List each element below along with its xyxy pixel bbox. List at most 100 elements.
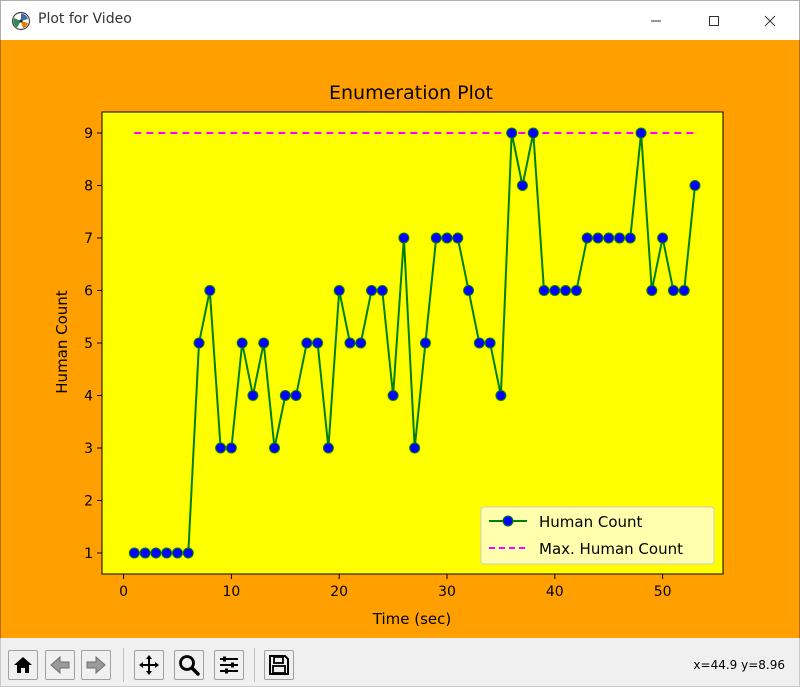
- navigation-toolbar: x=44.9 y=8.96: [0, 638, 800, 687]
- zoom-icon: [179, 655, 200, 676]
- data-point: [344, 337, 356, 349]
- y-tick-label: 9: [84, 126, 93, 142]
- data-point: [182, 547, 194, 559]
- toolbar-separator: [254, 648, 255, 682]
- data-point: [355, 337, 367, 349]
- window-title: Plot for Video: [38, 11, 132, 27]
- data-point: [150, 547, 162, 559]
- close-icon: [764, 15, 776, 27]
- figure-canvas[interactable]: Enumeration Plot 0 10 20 30 40 50 1 2 3 4 5 6 7 8 9 Ti…: [0, 40, 800, 638]
- save-icon: [269, 655, 289, 675]
- data-point: [560, 285, 572, 296]
- back-button[interactable]: [45, 650, 75, 680]
- forward-icon: [86, 655, 106, 675]
- y-tick-label: 1: [84, 546, 93, 562]
- data-point: [366, 285, 378, 296]
- data-point: [236, 337, 248, 349]
- x-tick-label: 30: [438, 584, 456, 600]
- data-point: [603, 232, 615, 244]
- configure-subplots-button[interactable]: [214, 650, 244, 680]
- data-point: [312, 337, 324, 349]
- data-point: [290, 390, 302, 401]
- data-point: [322, 442, 334, 454]
- y-tick-label: 8: [84, 179, 93, 195]
- legend-max-label: Max. Human Count: [539, 540, 683, 558]
- x-axis-label: Time (sec): [372, 610, 451, 628]
- data-point: [495, 390, 507, 401]
- maximize-icon: [709, 16, 719, 26]
- y-tick-label: 3: [84, 441, 93, 457]
- data-point: [419, 337, 431, 349]
- y-tick-label: 5: [84, 336, 93, 352]
- back-icon: [50, 655, 70, 675]
- pan-icon: [139, 655, 159, 675]
- data-point: [301, 337, 313, 349]
- y-tick-label: 4: [84, 389, 93, 405]
- data-point: [171, 547, 183, 559]
- data-point: [506, 127, 518, 139]
- window-title-bar: Plot for Video: [0, 0, 800, 40]
- data-point: [269, 442, 280, 454]
- data-point: [635, 127, 647, 139]
- x-tick-label: 20: [330, 584, 348, 600]
- x-tick-label: 0: [119, 584, 128, 600]
- data-point: [225, 442, 237, 454]
- data-point: [667, 285, 679, 296]
- data-point: [139, 547, 151, 559]
- data-point: [463, 285, 475, 296]
- data-point: [624, 232, 636, 244]
- data-point: [473, 337, 485, 349]
- x-tick-label: 40: [546, 584, 564, 600]
- x-tick-label: 50: [654, 584, 672, 600]
- data-point: [678, 285, 690, 296]
- pan-button[interactable]: [134, 650, 164, 680]
- data-point: [592, 232, 604, 244]
- data-point: [193, 337, 205, 349]
- forward-button[interactable]: [81, 650, 111, 680]
- x-tick-label: 10: [222, 584, 240, 600]
- y-axis-label: Human Count: [53, 290, 71, 394]
- y-tick-label: 2: [84, 494, 93, 510]
- data-point: [398, 232, 410, 244]
- data-point: [376, 285, 388, 296]
- maximize-button[interactable]: [691, 1, 737, 41]
- data-point: [258, 337, 270, 349]
- data-point: [527, 127, 539, 139]
- data-point: [333, 285, 345, 296]
- configure-subplots-icon: [220, 656, 238, 674]
- data-point: [452, 232, 464, 244]
- close-button[interactable]: [747, 1, 793, 41]
- y-tick-label: 7: [84, 231, 93, 247]
- data-point: [646, 285, 658, 296]
- data-point: [614, 232, 625, 244]
- data-point: [215, 442, 227, 454]
- data-point: [128, 547, 140, 559]
- legend: Human Count Max. Human Count: [480, 506, 715, 565]
- minimize-button[interactable]: [633, 1, 679, 41]
- toolbar-separator: [123, 648, 124, 682]
- save-button[interactable]: [264, 650, 294, 680]
- data-point: [538, 285, 550, 296]
- data-point: [204, 285, 216, 296]
- chart-title: Enumeration Plot: [329, 82, 493, 104]
- data-point: [581, 232, 593, 244]
- home-icon: [14, 657, 32, 673]
- data-point: [161, 547, 173, 559]
- y-tick-label: 6: [84, 284, 93, 300]
- data-point: [387, 390, 399, 401]
- data-point: [516, 180, 528, 191]
- zoom-button[interactable]: [174, 650, 204, 680]
- data-point: [409, 442, 421, 454]
- data-point: [279, 390, 291, 401]
- data-point: [657, 232, 669, 244]
- minimize-icon: [651, 20, 661, 22]
- data-point: [570, 285, 582, 296]
- chart: Enumeration Plot 0 10 20 30 40 50 1 2 3 4 5 6 7 8 9 Ti…: [53, 82, 724, 628]
- legend-human-count-label: Human Count: [539, 513, 643, 531]
- home-button[interactable]: [8, 650, 38, 680]
- data-point: [430, 232, 442, 244]
- data-point: [484, 337, 496, 349]
- legend-human-count-marker: [502, 515, 514, 527]
- data-point: [247, 390, 259, 401]
- data-point: [689, 180, 701, 191]
